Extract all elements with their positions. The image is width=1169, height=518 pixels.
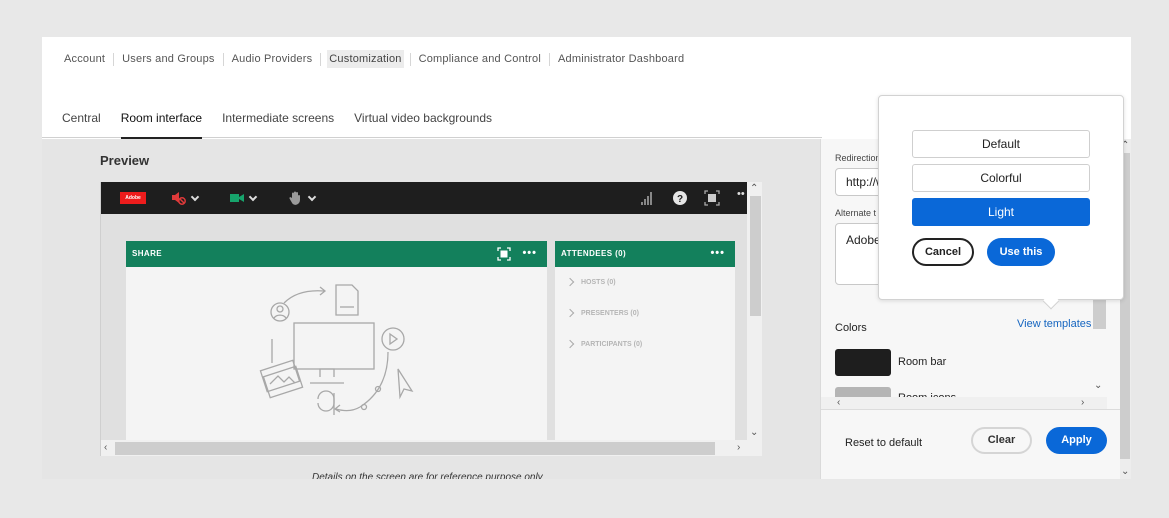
scroll-down-icon[interactable]: ⌄ [750,428,758,438]
scrollbar-thumb[interactable] [115,442,715,455]
alternate-text-label: Alternate t [835,208,877,218]
signal-strength-icon [641,192,652,205]
scroll-up-icon[interactable]: ⌃ [750,184,758,194]
scrollbar-thumb[interactable] [750,196,761,316]
help-icon[interactable]: ? [672,190,688,206]
maximize-pod-icon[interactable] [497,247,511,261]
scroll-left-icon[interactable]: ‹ [837,398,840,408]
view-templates-link[interactable]: View templates [1017,318,1091,330]
apply-button[interactable]: Apply [1046,427,1107,454]
raise-hand-menu [288,190,317,206]
use-this-button[interactable]: Use this [987,238,1055,266]
camera-menu [229,190,258,206]
template-option-colorful[interactable]: Colorful [912,164,1090,192]
room-bar: Adobe ? •• [101,182,747,214]
reset-to-default-link[interactable]: Reset to default [845,437,922,449]
nav-customization[interactable]: Customization [327,50,404,68]
camera-icon [230,194,244,202]
colors-heading: Colors [835,322,867,334]
room-bar-color-label: Room bar [898,356,947,368]
scroll-right-icon[interactable]: › [737,443,740,453]
pod-options-icon[interactable]: ••• [710,241,725,265]
attendee-group-presenters[interactable]: PRESENTERS (0) [555,298,735,329]
attendee-group-label: HOSTS (0) [581,279,616,286]
template-option-light[interactable]: Light [912,198,1090,226]
settings-horizontal-scrollbar[interactable]: ‹ › [821,397,1107,409]
chevron-down-icon [307,192,317,201]
attendees-pod-header: ATTENDEES (0) ••• [555,241,735,267]
tab-room-interface[interactable]: Room interface [120,109,203,139]
fullscreen-icon[interactable] [704,190,720,206]
attendees-pod: ATTENDEES (0) ••• HOSTS (0) PRESENTERS (… [555,241,735,441]
preview-vertical-scrollbar[interactable]: ⌃ ⌄ [747,182,762,440]
nav-administrator-dashboard[interactable]: Administrator Dashboard [550,50,692,68]
scroll-down-icon[interactable]: ⌄ [1121,467,1129,477]
more-icon[interactable]: •• [737,188,745,200]
scroll-left-icon[interactable]: ‹ [104,443,107,453]
room-preview: Adobe ? •• SHARE ••• ATTENDEES (0) ••• H… [100,182,762,456]
preview-horizontal-scrollbar[interactable]: ‹ › [101,440,762,456]
attendee-group-label: PARTICIPANTS (0) [581,341,643,348]
nav-separator [320,52,322,66]
tab-virtual-video-backgrounds[interactable]: Virtual video backgrounds [354,109,492,138]
chevron-right-icon [565,339,575,349]
redirection-label: Redirection [835,153,881,163]
share-illustration-icon [259,284,414,415]
attendee-group-hosts[interactable]: HOSTS (0) [555,267,735,298]
admin-top-nav: Account Users and Groups Audio Providers… [56,50,692,68]
svg-text:?: ? [677,194,683,205]
attendees-pod-title: ATTENDEES (0) [561,249,627,258]
share-pod: SHARE ••• [126,241,547,441]
settings-footer: Reset to default Clear Apply [821,409,1121,479]
scroll-right-icon[interactable]: › [1081,398,1084,408]
chevron-right-icon [565,277,575,287]
pod-options-icon[interactable]: ••• [522,241,537,265]
nav-audio-providers[interactable]: Audio Providers [224,50,321,68]
attendee-group-participants[interactable]: PARTICIPANTS (0) [555,329,735,360]
templates-popover: Default Colorful Light Cancel Use this [878,95,1124,300]
nav-compliance-and-control[interactable]: Compliance and Control [411,50,549,68]
chevron-down-icon [248,192,258,201]
attendee-group-label: PRESENTERS (0) [581,310,639,317]
clear-button[interactable]: Clear [971,427,1032,454]
hand-icon [289,191,300,205]
share-pod-title: SHARE [132,249,163,258]
room-bar-color-swatch[interactable] [835,349,891,376]
tab-intermediate-screens[interactable]: Intermediate screens [222,109,334,138]
speaker-muted-icon [172,192,186,205]
preview-title: Preview [100,153,150,168]
share-pod-header: SHARE ••• [126,241,547,267]
tab-central[interactable]: Central [62,109,101,138]
preview-disclaimer: Details on the screen are for reference … [312,472,543,479]
scroll-down-icon[interactable]: ⌄ [1094,381,1102,391]
nav-users-and-groups[interactable]: Users and Groups [114,50,222,68]
audio-menu [171,190,200,206]
cancel-button[interactable]: Cancel [912,238,974,266]
nav-account[interactable]: Account [56,50,113,68]
adobe-logo: Adobe [120,192,146,204]
chevron-right-icon [565,308,575,318]
template-option-default[interactable]: Default [912,130,1090,158]
customization-tabs: Central Room interface Intermediate scre… [42,109,822,139]
chevron-down-icon [190,192,200,201]
